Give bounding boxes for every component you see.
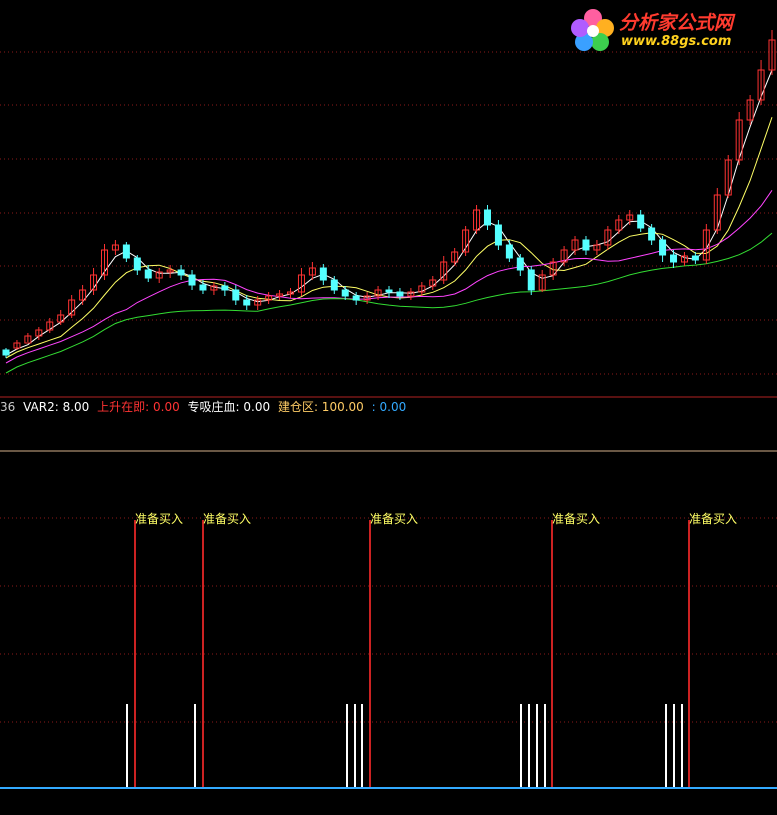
- candle-body: [691, 255, 699, 261]
- logo-url: www.88gs.com: [621, 34, 732, 49]
- candle-body: [352, 295, 360, 301]
- candle-body: [385, 289, 393, 293]
- candle-body: [659, 239, 667, 256]
- moving-average-lines: [5, 69, 773, 374]
- candle-body: [483, 209, 491, 226]
- candle-body: [637, 214, 645, 229]
- legend-absorb: 专吸庄血: 0.00: [187, 400, 271, 414]
- buy-signal-label: 准备买入: [689, 512, 737, 526]
- lower-panel: 准备买入 准备买入 准备买入 准备买入 准备买入: [126, 512, 737, 788]
- candle-body: [188, 274, 196, 286]
- grid-lines: [0, 51, 777, 723]
- candle-body: [122, 244, 130, 259]
- candle-body: [177, 269, 185, 276]
- buy-signal-label: 准备买入: [203, 512, 251, 526]
- candle-body: [396, 291, 404, 297]
- buy-signal-label: 准备买入: [552, 512, 600, 526]
- legend-item-0: 36: [0, 400, 16, 414]
- logo-title: 分析家公式网: [619, 12, 734, 34]
- candle-body: [232, 289, 240, 301]
- site-logo: 分析家公式网 www.88gs.com: [569, 4, 769, 56]
- legend-build: 建仓区: 100.00: [277, 400, 364, 414]
- candle-body: [505, 244, 513, 259]
- candle-body: [221, 285, 229, 291]
- buy-signal-label: 准备买入: [370, 512, 418, 526]
- indicator-legend: 36 VAR2: 8.00 上升在即: 0.00 专吸庄血: 0.00 建仓区:…: [0, 398, 410, 415]
- candle-body: [341, 289, 349, 297]
- candle-body: [527, 269, 535, 291]
- candlesticks: [2, 30, 776, 358]
- candle-body: [670, 254, 678, 263]
- ma-long-line: [5, 190, 773, 364]
- candle-body: [319, 267, 327, 281]
- candle-body: [133, 257, 141, 271]
- legend-last: : 0.00: [371, 400, 407, 414]
- candle-body: [516, 257, 524, 271]
- candle-body: [2, 349, 10, 356]
- candle-body: [330, 279, 338, 291]
- candle-body: [648, 227, 656, 241]
- legend-var2: VAR2: 8.00: [23, 400, 90, 414]
- candle-body: [494, 224, 502, 246]
- flower-logo-icon: [571, 9, 614, 51]
- legend-rising: 上升在即: 0.00: [97, 400, 180, 414]
- buy-signal-label: 准备买入: [135, 512, 183, 526]
- candle-body: [582, 239, 590, 251]
- candle-body: [199, 284, 207, 291]
- candle-body: [144, 269, 152, 279]
- candle-body: [243, 299, 251, 306]
